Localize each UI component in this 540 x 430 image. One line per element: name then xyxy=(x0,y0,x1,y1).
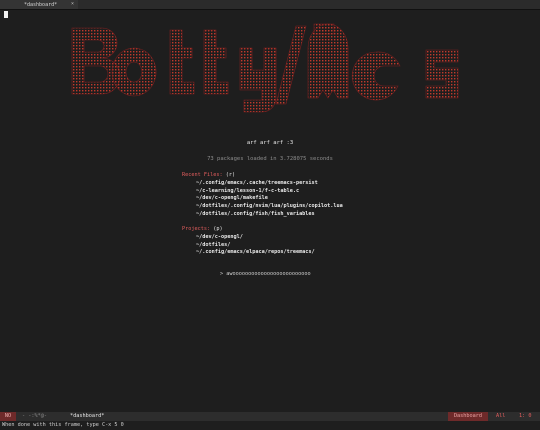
major-mode[interactable]: Dashboard xyxy=(448,412,488,421)
projects-title: Projects: xyxy=(182,226,211,232)
mode-line: NO - -:%*@- *dashboard* Dashboard All 1:… xyxy=(0,412,540,421)
projects-shortcut: (p) xyxy=(213,226,223,232)
projects-heading[interactable]: Projects: (p) xyxy=(182,226,315,234)
text-cursor xyxy=(4,11,8,18)
project-item[interactable]: ~/.config/emacs/elpaca/repos/treemacs/ xyxy=(182,249,315,257)
recent-files-section: Recent Files: (r) ~/.config/emacs/.cache… xyxy=(182,172,343,219)
tab-dashboard[interactable]: *dashboard* × xyxy=(0,0,78,9)
recent-file-item[interactable]: ~/dotfiles/.config/fish/fish_variables xyxy=(182,211,343,219)
tab-bar: *dashboard* × xyxy=(0,0,540,10)
recent-file-item[interactable]: ~/.config/emacs/.cache/treemacs-persist xyxy=(182,180,343,188)
banner-ascii-art xyxy=(71,23,459,113)
recent-file-item[interactable]: ~/dotfiles/.config/nvim/lua/plugins/copi… xyxy=(182,203,343,211)
projects-section: Projects: (p) ~/dev/c-opengl/ ~/dotfiles… xyxy=(182,226,315,257)
recent-file-item[interactable]: ~/dev/c-opengl/makefile xyxy=(182,195,343,203)
close-icon[interactable]: × xyxy=(71,0,74,9)
recent-file-item[interactable]: ~/c-learning/lesson-1/f-c-table.c xyxy=(182,188,343,196)
line-column: 1: 0 xyxy=(519,413,532,419)
recent-files-heading[interactable]: Recent Files: (r) xyxy=(182,172,343,180)
buffer-position: All xyxy=(496,413,506,419)
packages-loaded-text: 73 packages loaded in 3.728075 seconds xyxy=(207,156,333,162)
buffer-flags: - -:%*@- xyxy=(22,413,47,419)
echo-area: When done with this frame, type C-x 5 0 xyxy=(2,422,124,428)
project-item[interactable]: ~/dotfiles/ xyxy=(182,242,315,250)
buffer-name[interactable]: *dashboard* xyxy=(70,412,104,421)
recent-files-shortcut: (r) xyxy=(225,172,236,178)
dashboard-subtitle: arf arf arf :3 xyxy=(246,140,294,146)
project-item[interactable]: ~/dev/c-opengl/ xyxy=(182,234,315,242)
recent-files-title: Recent Files: xyxy=(182,172,223,178)
evil-state-indicator: NO xyxy=(0,412,16,421)
dashboard-footer: > awooooooooooooooooooooooooo xyxy=(220,271,311,277)
dashboard-banner xyxy=(64,18,468,126)
tab-label: *dashboard* xyxy=(24,1,58,8)
